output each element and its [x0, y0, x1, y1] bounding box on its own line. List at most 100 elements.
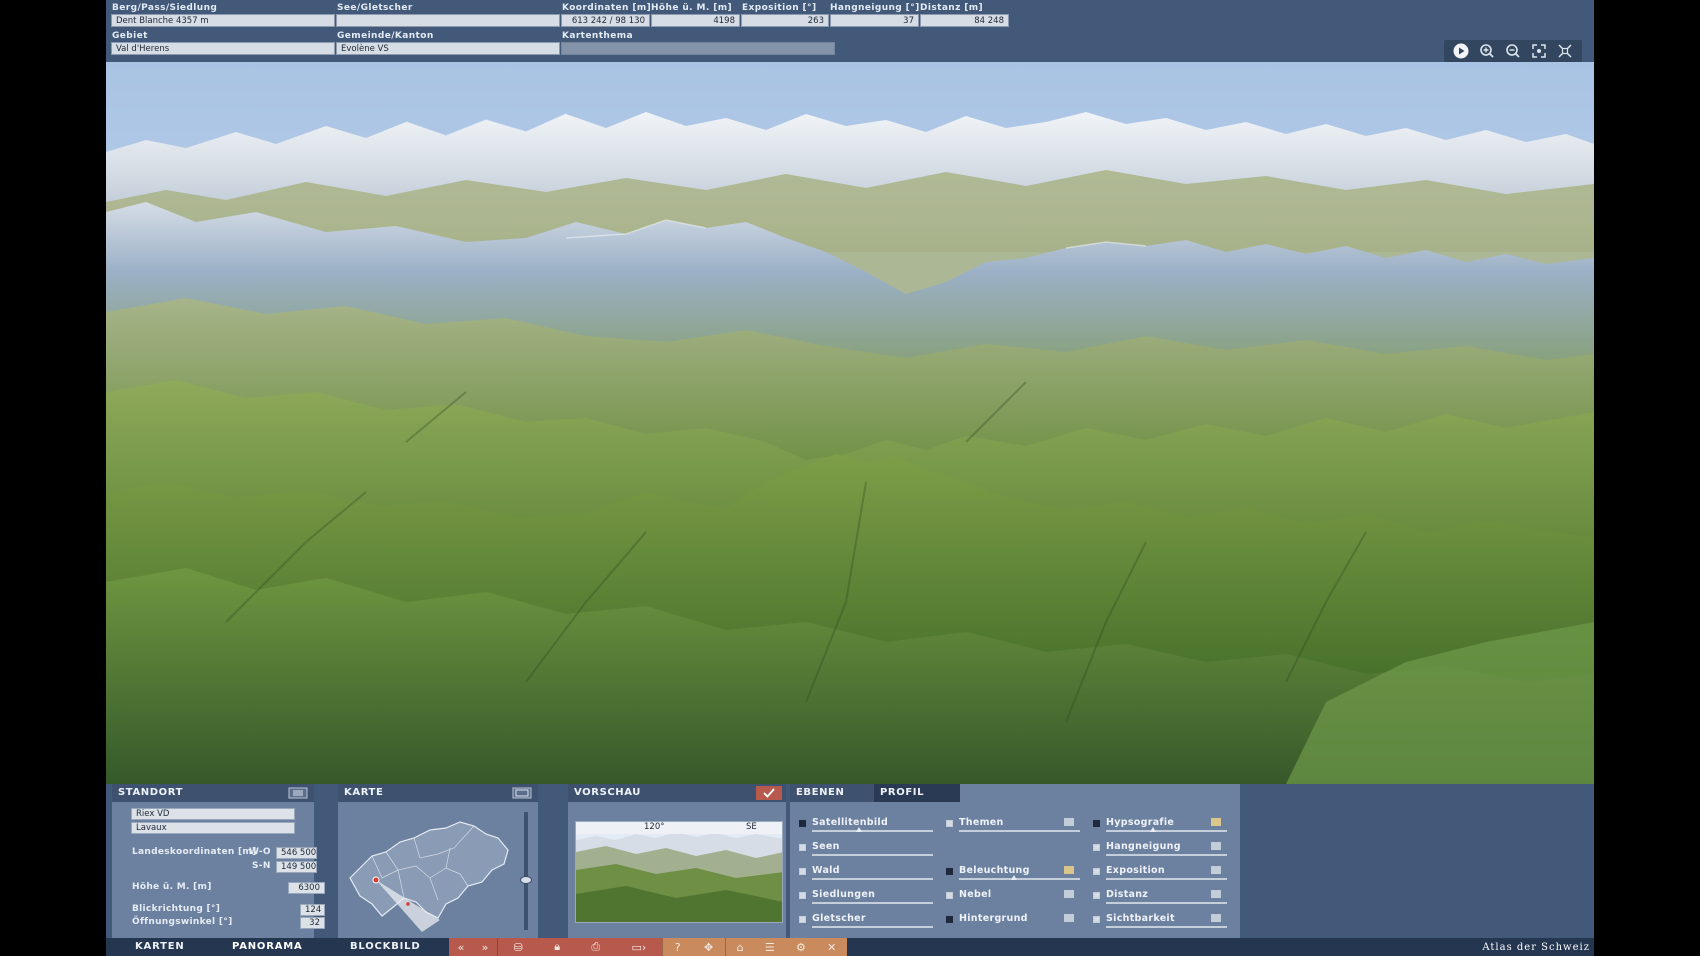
location-region-field[interactable]: Lavaux: [131, 822, 295, 834]
layer-exposition[interactable]: Exposition: [1093, 865, 1233, 885]
layer-distanz[interactable]: Distanz: [1093, 889, 1233, 909]
layer-checkbox[interactable]: [946, 916, 953, 923]
ebenen-tabs: EBENEN PROFIL: [790, 784, 960, 802]
back-icon[interactable]: «: [458, 941, 465, 954]
layer-nebel[interactable]: Nebel: [946, 889, 1086, 909]
layer-slider[interactable]: [1106, 827, 1227, 832]
layer-options-icon[interactable]: [1211, 914, 1221, 922]
layer-wald[interactable]: Wald: [799, 865, 939, 885]
preview-compass-bar: 120° SE: [576, 822, 782, 834]
layer-checkbox[interactable]: [946, 820, 953, 827]
layer-slider[interactable]: [959, 830, 1080, 832]
layer-slider[interactable]: [1106, 878, 1227, 880]
layer-checkbox[interactable]: [1093, 844, 1100, 851]
layer-options-icon[interactable]: [1211, 818, 1221, 826]
list-icon[interactable]: [288, 787, 308, 799]
layer-slider[interactable]: [959, 875, 1080, 880]
export-icon[interactable]: ▭›: [632, 941, 647, 954]
observer-height-field[interactable]: 6300: [288, 882, 325, 894]
layer-checkbox[interactable]: [799, 868, 806, 875]
slider-knob[interactable]: [1011, 875, 1017, 880]
list-view-icon[interactable]: ☰: [765, 941, 775, 954]
standort-header: STANDORT: [112, 784, 314, 802]
preview-thumbnail[interactable]: 120° SE: [575, 821, 783, 923]
settings-icon[interactable]: ⚙: [796, 941, 806, 954]
wo-field[interactable]: 546 500: [276, 847, 317, 859]
layer-options-icon[interactable]: [1211, 842, 1221, 850]
tab-profil[interactable]: PROFIL: [874, 784, 960, 802]
layer-options-icon[interactable]: [1064, 866, 1074, 874]
zoom-in-icon[interactable]: [1478, 42, 1496, 60]
layer-label: Distanz: [1106, 889, 1149, 900]
layer-label: Gletscher: [812, 913, 866, 924]
layer-checkbox[interactable]: [1093, 868, 1100, 875]
location-place-field[interactable]: Riex VD: [131, 808, 295, 820]
layer-checkbox[interactable]: [946, 868, 953, 875]
forward-icon[interactable]: »: [482, 941, 489, 954]
observer-marker[interactable]: [372, 876, 380, 884]
layer-hypsografie[interactable]: Hypsografie: [1093, 817, 1233, 837]
layer-slider[interactable]: [812, 926, 933, 928]
layer-gletscher[interactable]: Gletscher: [799, 913, 939, 933]
layer-options-icon[interactable]: [1211, 890, 1221, 898]
tab-karten[interactable]: KARTEN: [135, 941, 185, 952]
layer-themen[interactable]: Themen: [946, 817, 1086, 837]
layer-siedlungen[interactable]: Siedlungen: [799, 889, 939, 909]
close-icon[interactable]: ✕: [827, 941, 836, 954]
layer-checkbox[interactable]: [799, 844, 806, 851]
layer-checkbox[interactable]: [799, 916, 806, 923]
tab-blockbild[interactable]: BLOCKBILD: [350, 941, 420, 952]
save-icon[interactable]: ⛁: [514, 941, 523, 954]
tab-ebenen[interactable]: EBENEN: [790, 784, 874, 802]
layer-seen[interactable]: Seen: [799, 841, 939, 861]
slider-knob[interactable]: [1150, 827, 1156, 832]
print-icon[interactable]: ⎙: [591, 940, 600, 954]
fullscreen-icon[interactable]: [1556, 42, 1574, 60]
height-slider-track[interactable]: [520, 812, 532, 930]
layer-slider[interactable]: [812, 902, 933, 904]
layer-checkbox[interactable]: [1093, 916, 1100, 923]
confirm-button[interactable]: [756, 786, 782, 800]
height-slider-knob[interactable]: [520, 876, 532, 884]
layer-satellitenbild[interactable]: Satellitenbild: [799, 817, 939, 837]
home-icon[interactable]: ⌂: [737, 941, 744, 954]
lock-icon[interactable]: 🔒︎: [554, 940, 560, 954]
layer-slider[interactable]: [812, 854, 933, 856]
map-icon[interactable]: [512, 787, 532, 799]
switzerland-map[interactable]: [342, 808, 514, 932]
zoom-extent-icon[interactable]: [1530, 42, 1548, 60]
layer-options-icon[interactable]: [1211, 866, 1221, 874]
angle-caption: Öffnungswinkel [°]: [132, 917, 233, 927]
panorama-rendering: [106, 62, 1594, 784]
layer-checkbox[interactable]: [799, 892, 806, 899]
layer-slider[interactable]: [812, 878, 933, 880]
slider-knob[interactable]: [856, 827, 862, 832]
direction-field[interactable]: 124: [300, 904, 325, 916]
municipality-field: Evolène VS: [336, 42, 560, 55]
navigate-icon[interactable]: ✥: [704, 941, 713, 954]
layer-checkbox[interactable]: [946, 892, 953, 899]
karte-title: KARTE: [344, 787, 384, 798]
layer-hangneigung[interactable]: Hangneigung: [1093, 841, 1233, 861]
zoom-out-icon[interactable]: [1504, 42, 1522, 60]
preview-image: [576, 822, 782, 922]
layer-options-icon[interactable]: [1064, 818, 1074, 826]
layer-beleuchtung[interactable]: Beleuchtung: [946, 865, 1086, 885]
layer-slider[interactable]: [812, 827, 933, 832]
layer-sichtbarkeit[interactable]: Sichtbarkeit: [1093, 913, 1233, 933]
tab-panorama[interactable]: PANORAMA: [232, 941, 303, 952]
layer-hintergrund[interactable]: Hintergrund: [946, 913, 1086, 933]
panorama-view[interactable]: [106, 62, 1594, 784]
layer-options-icon[interactable]: [1064, 914, 1074, 922]
layer-checkbox[interactable]: [1093, 892, 1100, 899]
layer-checkbox[interactable]: [1093, 820, 1100, 827]
help-icon[interactable]: ?: [675, 941, 681, 954]
angle-field[interactable]: 32: [300, 917, 325, 929]
layer-slider[interactable]: [1106, 854, 1227, 856]
play-icon[interactable]: [1452, 42, 1470, 60]
layer-checkbox[interactable]: [799, 820, 806, 827]
layer-options-icon[interactable]: [1064, 890, 1074, 898]
sn-field[interactable]: 149 500: [276, 861, 317, 873]
layer-slider[interactable]: [1106, 902, 1227, 904]
layer-slider[interactable]: [1106, 926, 1227, 928]
